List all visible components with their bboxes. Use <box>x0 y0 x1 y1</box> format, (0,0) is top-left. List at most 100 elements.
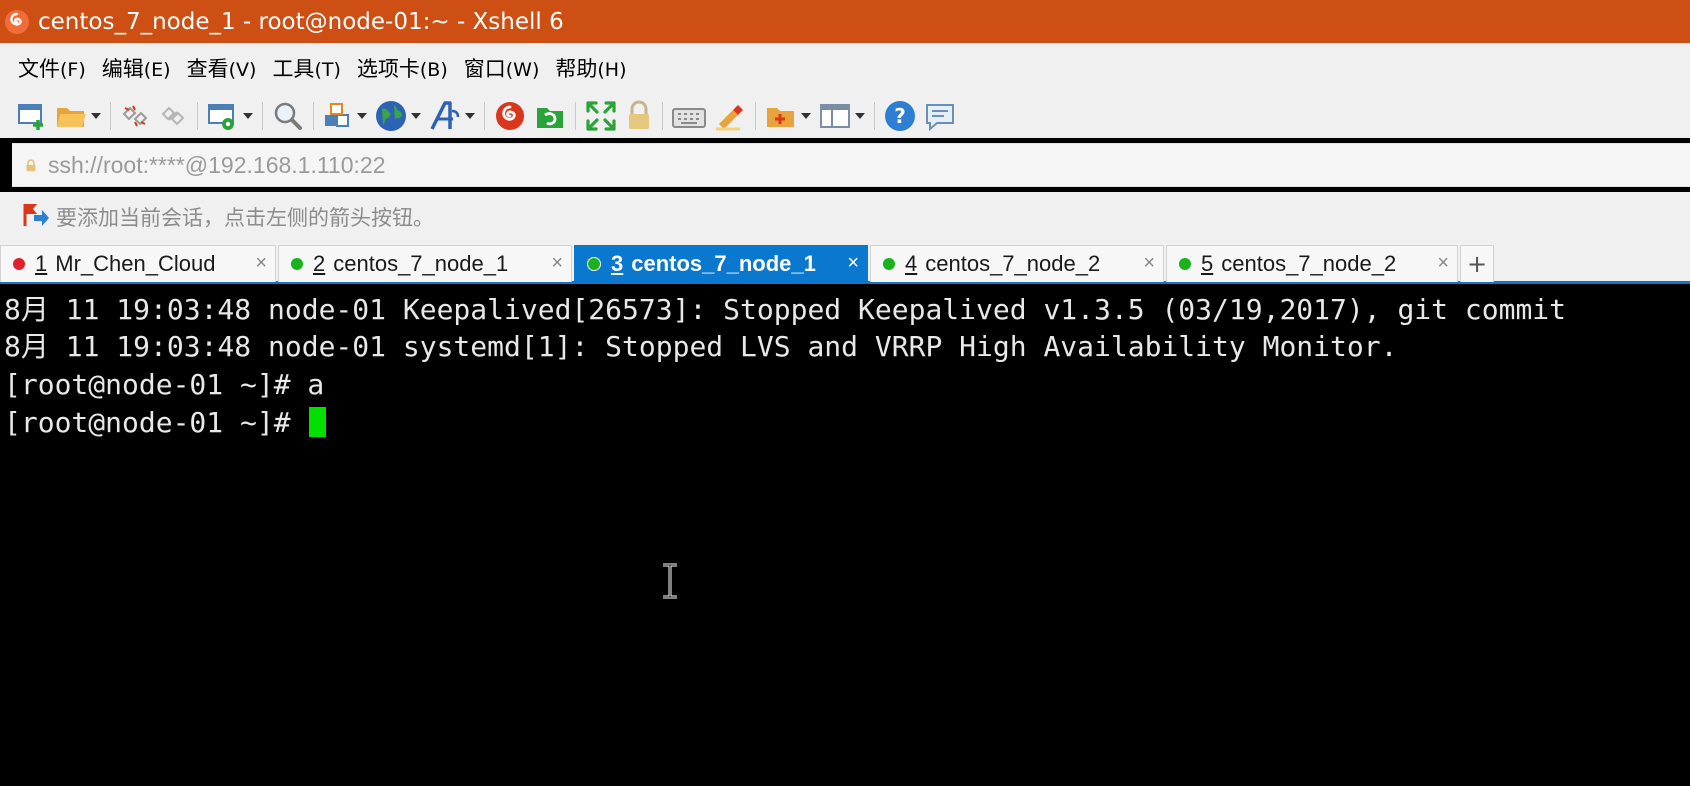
add-session-arrow-icon <box>23 204 49 226</box>
globe-button[interactable] <box>374 97 408 135</box>
menu-tools-accel: (T) <box>314 59 341 81</box>
highlight-icon <box>716 104 743 130</box>
fullscreen-button[interactable] <box>584 97 618 135</box>
tab-centos-7-node-1[interactable]: 2 centos_7_node_1 × <box>278 245 572 282</box>
globe-icon <box>376 100 406 131</box>
caret-down-icon <box>411 112 421 119</box>
title-bar[interactable]: centos_7_node_1 - root@node-01:~ - Xshel… <box>0 0 1690 43</box>
address-bar <box>12 143 1690 187</box>
status-dot-icon <box>1179 258 1191 270</box>
caret-down-icon <box>855 112 865 119</box>
open-dropdown-caret[interactable] <box>90 97 102 135</box>
transfer-icon <box>325 102 349 127</box>
menu-view-accel: (V) <box>228 59 257 81</box>
tab-centos-7-node-2-b[interactable]: 5 centos_7_node_2 × <box>1166 245 1458 282</box>
address-input[interactable] <box>48 151 1648 179</box>
caret-down-icon <box>465 112 475 119</box>
menu-help[interactable]: 帮助(H) <box>547 49 634 87</box>
tab-label: centos_7_node_2 <box>1221 251 1397 276</box>
menu-edit-accel: (E) <box>143 59 171 81</box>
status-dot-icon <box>587 257 601 271</box>
tab-number: 5 <box>1201 251 1214 276</box>
keyboard-icon <box>672 107 706 128</box>
caret-down-icon <box>357 112 367 119</box>
new-tab-button[interactable]: + <box>1460 245 1494 282</box>
menu-window-accel: (W) <box>505 59 540 81</box>
tab-centos-7-node-1-active[interactable]: 3 centos_7_node_1 × <box>574 245 868 282</box>
layout-button[interactable] <box>818 97 852 135</box>
font-dropdown-caret[interactable] <box>464 97 476 135</box>
new-folder-button[interactable] <box>764 97 798 135</box>
find-icon <box>274 102 302 130</box>
transfer-dropdown-caret[interactable] <box>356 97 368 135</box>
font-icon <box>430 100 460 130</box>
fullscreen-icon <box>586 100 616 131</box>
menu-tools[interactable]: 工具(T) <box>264 49 348 87</box>
help-icon: ? <box>885 100 915 131</box>
caret-down-icon <box>801 112 811 119</box>
tab-close-icon[interactable]: × <box>1143 252 1155 275</box>
tab-close-icon[interactable]: × <box>551 252 563 275</box>
new-session-button[interactable] <box>16 97 48 135</box>
xshell-window: centos_7_node_1 - root@node-01:~ - Xshel… <box>0 0 1690 786</box>
tab-close-icon[interactable]: × <box>847 252 859 275</box>
new-session-icon <box>18 103 43 130</box>
menu-tab-label: 选项卡 <box>356 57 420 81</box>
reconnect-icon <box>161 106 185 125</box>
toolbar-separator <box>313 101 314 130</box>
chat-icon <box>926 103 954 131</box>
xftp-icon <box>537 107 563 128</box>
toolbar: ? <box>0 93 1690 138</box>
add-session-button[interactable] <box>22 201 50 233</box>
globe-dropdown-caret[interactable] <box>410 97 422 135</box>
terminal-line: [root@node-01 ~]# a <box>4 368 325 401</box>
toolbar-separator <box>262 101 263 130</box>
terminal-prompt: [root@node-01 ~]# <box>4 406 308 439</box>
tab-centos-7-node-2[interactable]: 4 centos_7_node_2 × <box>870 245 1164 282</box>
menu-file[interactable]: 文件(F) <box>10 49 94 87</box>
help-button[interactable]: ? <box>883 97 917 135</box>
find-button[interactable] <box>271 97 305 135</box>
menu-tab-accel: (B) <box>419 59 448 81</box>
lock-icon <box>629 100 649 129</box>
tab-close-icon[interactable]: × <box>1437 252 1449 275</box>
layout-dropdown-caret[interactable] <box>854 97 866 135</box>
svg-text:?: ? <box>894 104 906 128</box>
reconnect-button[interactable] <box>157 97 189 135</box>
chat-button[interactable] <box>923 97 957 135</box>
terminal-cursor <box>309 407 327 437</box>
open-folder-icon <box>57 107 86 127</box>
transfer-button[interactable] <box>322 97 354 135</box>
terminal-line: 8月 11 19:03:48 node-01 systemd[1]: Stopp… <box>4 330 1398 363</box>
tab-close-icon[interactable]: × <box>255 252 267 275</box>
disconnect-button[interactable] <box>119 97 151 135</box>
menu-window[interactable]: 窗口(W) <box>456 49 548 87</box>
toolbar-separator <box>197 101 198 130</box>
properties-dropdown-caret[interactable] <box>242 97 254 135</box>
menu-tools-label: 工具 <box>272 57 315 81</box>
terminal-line: 8月 11 19:03:48 node-01 Keepalived[26573]… <box>4 293 1567 326</box>
status-dot-icon <box>13 258 25 270</box>
ibeam-cursor-icon <box>663 563 677 599</box>
highlight-button[interactable] <box>713 97 747 135</box>
open-button[interactable] <box>54 97 88 135</box>
caret-down-icon <box>91 112 101 119</box>
xshell-app-icon[interactable] <box>2 7 32 37</box>
status-dot-icon <box>883 258 895 270</box>
xftp-button[interactable] <box>533 97 567 135</box>
status-dot-icon <box>291 258 303 270</box>
keyboard-button[interactable] <box>671 97 707 135</box>
tab-mr-chen-cloud[interactable]: 1 Mr_Chen_Cloud × <box>0 245 276 282</box>
menu-view[interactable]: 查看(V) <box>179 49 265 87</box>
new-folder-dropdown-caret[interactable] <box>800 97 812 135</box>
terminal-area[interactable]: 8月 11 19:03:48 node-01 Keepalived[26573]… <box>0 284 1690 786</box>
menu-tab[interactable]: 选项卡(B) <box>349 49 456 87</box>
session-hint-bar: 要添加当前会话，点击左侧的箭头按钮。 <box>0 192 1690 242</box>
tab-number: 3 <box>611 251 624 276</box>
properties-button[interactable] <box>206 97 240 135</box>
font-button[interactable] <box>428 97 462 135</box>
xshell-button[interactable] <box>493 97 527 135</box>
menu-edit[interactable]: 编辑(E) <box>94 49 179 87</box>
disconnect-icon <box>122 105 148 126</box>
lock-button[interactable] <box>624 97 654 135</box>
